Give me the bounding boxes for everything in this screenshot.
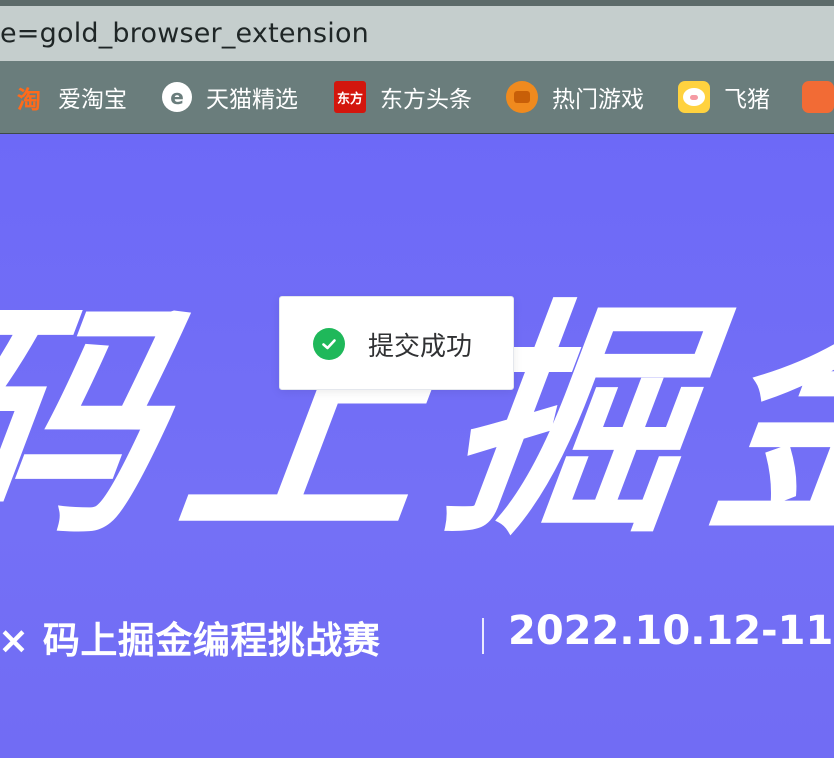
bookmark-dongfang[interactable]: 东方 东方头条 xyxy=(334,79,472,115)
address-text[interactable]: e=gold_browser_extension xyxy=(0,18,369,49)
banner-subtitle: × 码上掘金编程挑战赛 xyxy=(0,619,381,662)
banner-divider xyxy=(482,618,484,654)
game-icon-inner xyxy=(514,91,530,103)
browser-window: e=gold_browser_extension 淘 爱淘宝 e 天猫精选 东方… xyxy=(0,0,834,758)
bookmark-label: 飞猪 xyxy=(724,87,770,113)
bookmark-label: 天猫精选 xyxy=(206,87,298,113)
address-bar[interactable]: e=gold_browser_extension xyxy=(0,6,834,61)
banner-date: 2022.10.12-11 xyxy=(508,608,834,654)
toast-message: 提交成功 xyxy=(368,332,473,362)
tmall-icon: e xyxy=(162,82,192,112)
pig-face-icon xyxy=(683,88,705,106)
bookmark-games[interactable]: 热门游戏 xyxy=(506,79,644,115)
game-icon xyxy=(506,81,538,113)
feizhu-icon xyxy=(678,81,710,113)
dongfang-icon: 东方 xyxy=(334,81,366,113)
bookmark-aitaobao[interactable]: 淘 爱淘宝 xyxy=(14,79,127,115)
bookmark-feizhu[interactable]: 飞猪 xyxy=(678,79,770,115)
taobao-icon: 淘 xyxy=(17,85,41,114)
bookmark-label: 东方头条 xyxy=(380,87,472,113)
success-toast: 提交成功 xyxy=(279,296,514,390)
app-icon xyxy=(802,81,834,113)
bookmark-label: 爱淘宝 xyxy=(58,87,127,113)
bookmark-label: 热门游戏 xyxy=(552,87,644,113)
check-circle-icon xyxy=(313,328,345,360)
bookmark-app[interactable] xyxy=(802,79,834,115)
bookmark-tmall[interactable]: e 天猫精选 xyxy=(162,79,298,115)
bookmarks-bar: 淘 爱淘宝 e 天猫精选 东方 东方头条 热门游戏 飞猪 xyxy=(0,61,834,134)
checkmark-icon xyxy=(322,339,336,350)
